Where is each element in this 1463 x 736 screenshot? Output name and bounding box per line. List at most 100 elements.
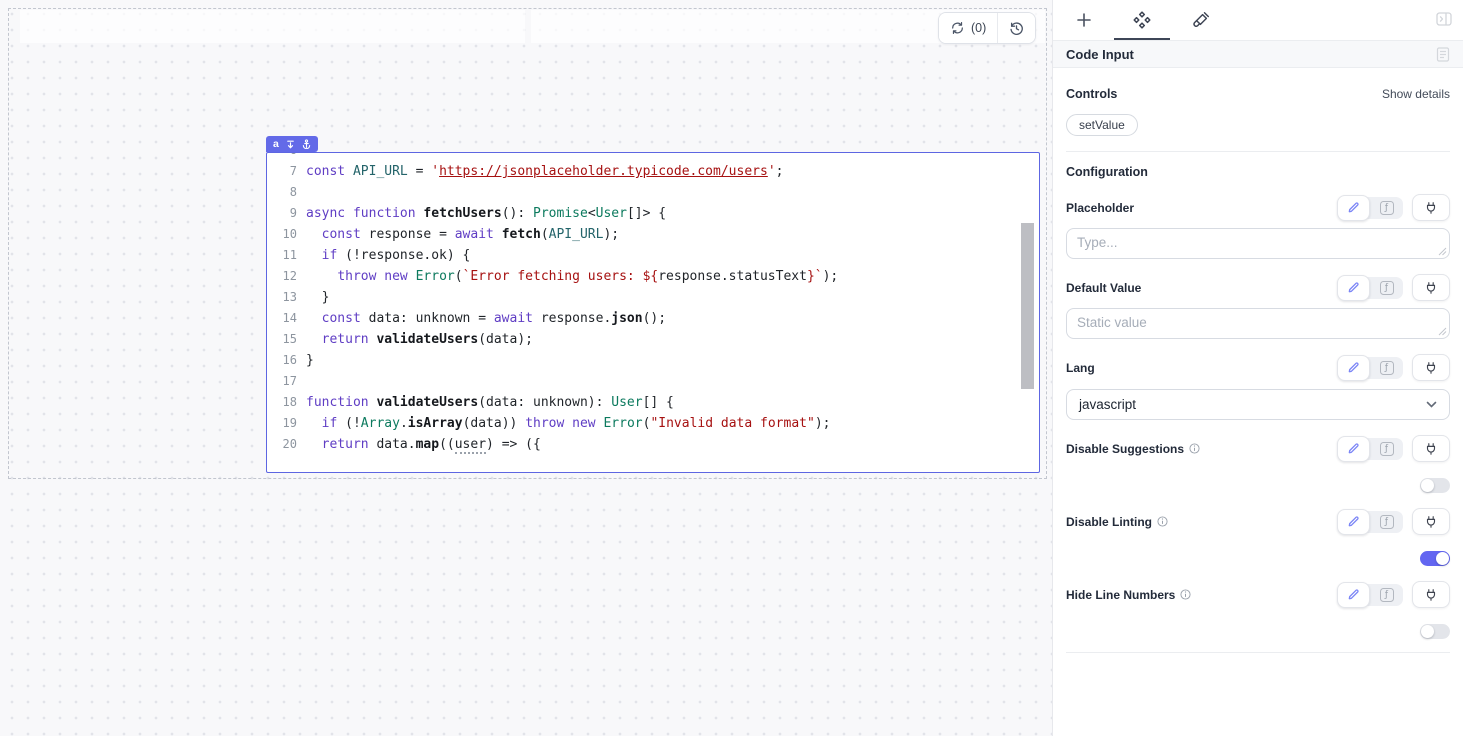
field-label: Lang <box>1066 361 1095 375</box>
lang-select[interactable]: javascript <box>1066 389 1450 420</box>
code-line[interactable]: 16} <box>267 350 1039 371</box>
formula-mode-button[interactable]: ƒ <box>1370 582 1403 608</box>
formula-mode-button[interactable]: ƒ <box>1370 509 1403 535</box>
setvalue-button[interactable]: setValue <box>1066 114 1138 136</box>
chevron-down-icon <box>1426 401 1437 408</box>
static-mode-button[interactable] <box>1337 582 1370 608</box>
history-button[interactable] <box>998 13 1035 43</box>
info-icon[interactable] <box>1189 443 1200 454</box>
connect-data-button[interactable] <box>1412 435 1450 462</box>
code-line[interactable]: 12 throw new Error(`Error fetching users… <box>267 266 1039 287</box>
static-mode-button[interactable] <box>1337 195 1370 221</box>
line-number: 20 <box>267 434 297 455</box>
inspector-panel: Code Input Controls Show details setValu… <box>1052 0 1463 736</box>
plug-icon <box>1424 588 1438 602</box>
code-line[interactable]: 18function validateUsers(data: unknown):… <box>267 392 1039 413</box>
field-placeholder-head: Placeholder ƒ <box>1066 194 1450 221</box>
formula-mode-button[interactable]: ƒ <box>1370 195 1403 221</box>
pencil-icon <box>1347 281 1360 294</box>
pencil-icon <box>1347 201 1360 214</box>
tab-components[interactable] <box>1113 0 1171 40</box>
code-line[interactable]: 19 if (!Array.isArray(data)) throw new E… <box>267 413 1039 434</box>
tab-add[interactable] <box>1055 0 1113 40</box>
line-number: 9 <box>267 203 297 224</box>
info-icon[interactable] <box>1157 516 1168 527</box>
code-line[interactable]: 6 <box>267 153 1039 161</box>
disable-linting-toggle[interactable] <box>1420 551 1450 566</box>
refresh-icon <box>950 21 965 35</box>
resize-handle-icon[interactable] <box>1438 247 1447 256</box>
empty-cell-left[interactable] <box>20 10 525 43</box>
hide-line-numbers-toggle[interactable] <box>1420 624 1450 639</box>
controls-section-title: Controls <box>1066 87 1117 101</box>
binding-mode-switch: ƒ <box>1337 355 1403 381</box>
collapse-panel-button[interactable] <box>1436 12 1452 26</box>
history-icon <box>1009 21 1024 36</box>
refresh-button[interactable]: (0) <box>939 13 998 43</box>
connect-data-button[interactable] <box>1412 354 1450 381</box>
plug-icon <box>1424 201 1438 215</box>
resize-handle-icon[interactable] <box>1438 327 1447 336</box>
line-number: 18 <box>267 392 297 413</box>
widget-chip[interactable]: a <box>266 136 318 152</box>
line-number: 14 <box>267 308 297 329</box>
field-label: Disable Suggestions <box>1066 442 1184 456</box>
code-line[interactable]: 11 if (!response.ok) { <box>267 245 1039 266</box>
code-line[interactable]: 14 const data: unknown = await response.… <box>267 308 1039 329</box>
binding-mode-switch: ƒ <box>1337 275 1403 301</box>
code-line[interactable]: 20 return data.map((user) => ({ <box>267 434 1039 455</box>
code-line[interactable]: 17 <box>267 371 1039 392</box>
line-number: 8 <box>267 182 297 203</box>
plug-icon <box>1424 442 1438 456</box>
editor-canvas[interactable]: (0) a <box>0 0 1052 736</box>
widget-title: Code Input <box>1066 47 1134 62</box>
placeholder-input[interactable] <box>1066 228 1450 259</box>
refresh-count: (0) <box>971 21 986 35</box>
default-value-input[interactable] <box>1066 308 1450 339</box>
plug-icon <box>1424 361 1438 375</box>
pencil-icon <box>1347 515 1360 528</box>
field-default-value-head: Default Value ƒ <box>1066 274 1450 301</box>
static-mode-button[interactable] <box>1337 275 1370 301</box>
show-details-link[interactable]: Show details <box>1382 87 1450 101</box>
toggle-knob <box>1421 479 1434 492</box>
tab-styles[interactable] <box>1171 0 1229 40</box>
connect-data-button[interactable] <box>1412 508 1450 535</box>
connect-data-button[interactable] <box>1412 274 1450 301</box>
panel-collapse-icon <box>1436 12 1452 26</box>
connect-data-button[interactable] <box>1412 194 1450 221</box>
docs-button[interactable] <box>1436 47 1450 62</box>
panel-tabbar <box>1053 0 1463 40</box>
code-editor[interactable]: 67const API_URL = 'https://jsonplacehold… <box>267 153 1039 472</box>
disable-suggestions-toggle[interactable] <box>1420 478 1450 493</box>
field-disable-linting-head: Disable Linting ƒ <box>1066 508 1450 535</box>
move-down-icon[interactable] <box>286 140 295 149</box>
static-mode-button[interactable] <box>1337 509 1370 535</box>
formula-mode-button[interactable]: ƒ <box>1370 436 1403 462</box>
editor-scrollbar[interactable] <box>1021 223 1034 389</box>
plug-icon <box>1424 281 1438 295</box>
code-line[interactable]: 13 } <box>267 287 1039 308</box>
pencil-icon <box>1347 442 1360 455</box>
code-line[interactable]: 10 const response = await fetch(API_URL)… <box>267 224 1039 245</box>
formula-mode-button[interactable]: ƒ <box>1370 355 1403 381</box>
line-number: 15 <box>267 329 297 350</box>
formula-icon: ƒ <box>1380 515 1394 529</box>
static-mode-button[interactable] <box>1337 436 1370 462</box>
line-number: 13 <box>267 287 297 308</box>
code-line[interactable]: 9async function fetchUsers(): Promise<Us… <box>267 203 1039 224</box>
code-line[interactable]: 8 <box>267 182 1039 203</box>
anchor-icon[interactable] <box>302 139 311 149</box>
static-mode-button[interactable] <box>1337 355 1370 381</box>
field-label: Default Value <box>1066 281 1141 295</box>
code-input-widget[interactable]: 67const API_URL = 'https://jsonplacehold… <box>266 152 1040 473</box>
connect-data-button[interactable] <box>1412 581 1450 608</box>
code-line[interactable]: 15 return validateUsers(data); <box>267 329 1039 350</box>
divider <box>1066 652 1450 653</box>
line-number: 7 <box>267 161 297 182</box>
info-icon[interactable] <box>1180 589 1191 600</box>
binding-mode-switch: ƒ <box>1337 582 1403 608</box>
lang-select-value: javascript <box>1079 397 1136 412</box>
formula-mode-button[interactable]: ƒ <box>1370 275 1403 301</box>
code-line[interactable]: 7const API_URL = 'https://jsonplaceholde… <box>267 161 1039 182</box>
